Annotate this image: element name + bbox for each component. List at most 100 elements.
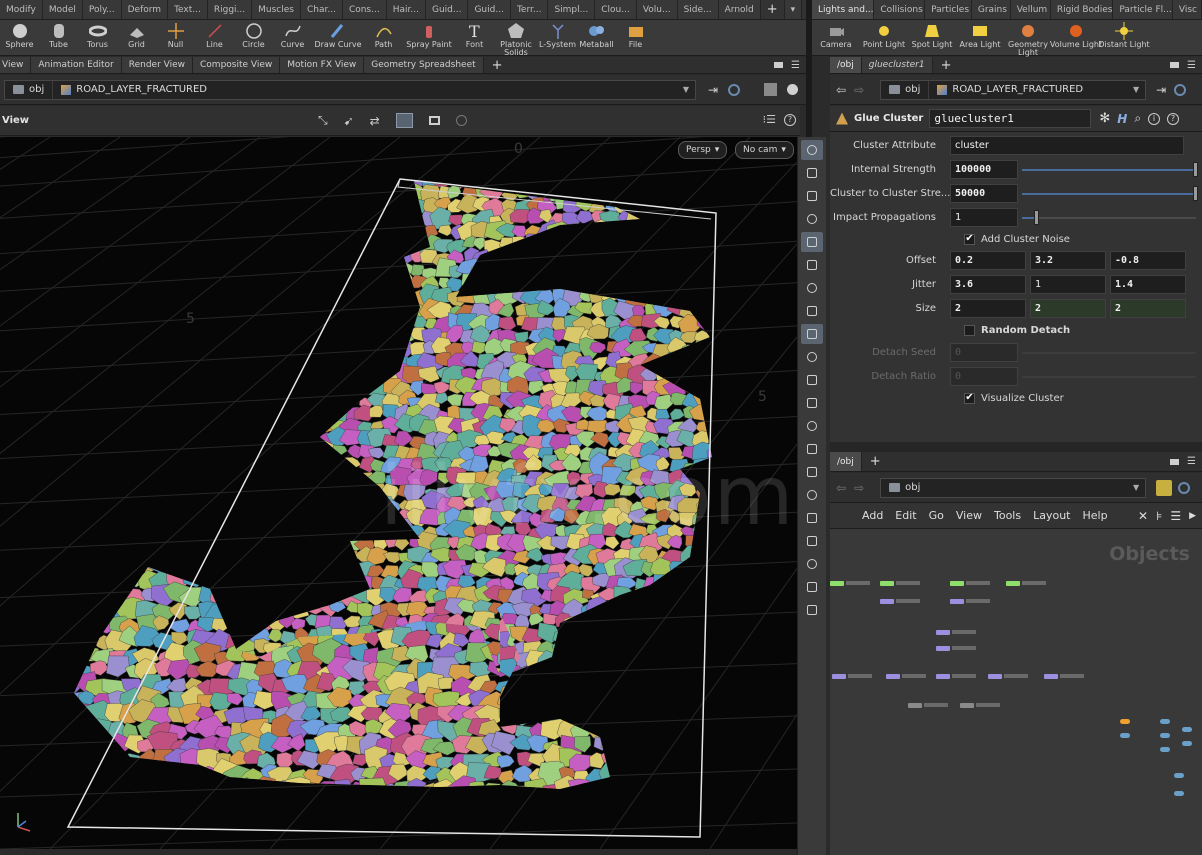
network-node[interactable]: [936, 674, 950, 679]
shelf-tab-particle-fl[interactable]: Particle Fl...: [1113, 0, 1173, 19]
add-tab-button[interactable]: +: [933, 57, 960, 73]
shading-icon[interactable]: [787, 84, 799, 95]
network-node[interactable]: [1160, 733, 1170, 738]
handle-icon[interactable]: [801, 347, 823, 367]
network-node[interactable]: [830, 581, 844, 586]
path-segment-obj[interactable]: obj: [881, 479, 928, 497]
help-icon[interactable]: ?: [1167, 112, 1180, 125]
menu-edit[interactable]: Edit: [895, 509, 924, 522]
shelf-tab-grains[interactable]: Grains: [971, 0, 1011, 19]
shelf-tool-volume-light[interactable]: Volume Light: [1050, 20, 1102, 55]
jitter-x-input[interactable]: 3.6: [950, 274, 1026, 294]
visualize-cluster-checkbox[interactable]: ✔: [964, 392, 975, 404]
reference-plane-icon[interactable]: [801, 301, 823, 321]
shelf-tool-file[interactable]: File: [616, 20, 655, 55]
shelf-tool-grid[interactable]: Grid: [117, 20, 156, 55]
shelf-tool-spot-light[interactable]: Spot Light: [908, 20, 956, 55]
snapshot-icon[interactable]: [801, 577, 823, 597]
network-node[interactable]: [832, 674, 846, 679]
shelf-menu-chevron-icon[interactable]: ▾: [784, 0, 803, 19]
wrench-icon[interactable]: ✕: [1138, 509, 1148, 523]
list-view-icon[interactable]: ☰: [1170, 509, 1181, 523]
grid-snap-icon[interactable]: [801, 462, 823, 482]
shelf-tab-modify-0[interactable]: Modify: [0, 0, 43, 19]
shelf-tab-char-7[interactable]: Char...: [300, 0, 343, 19]
network-node[interactable]: [950, 581, 964, 586]
internal-strength-slider[interactable]: [1022, 160, 1198, 179]
edge-snap-icon[interactable]: [801, 416, 823, 436]
chevron-down-icon[interactable]: ▼: [677, 85, 695, 94]
shelf-tool-camera[interactable]: Camera: [812, 20, 860, 55]
shelf-tab-lights-and[interactable]: Lights and...: [812, 0, 875, 19]
detach-seed-input[interactable]: 0: [950, 342, 1018, 362]
home-icon[interactable]: [801, 209, 823, 229]
shelf-tab-clou-14[interactable]: Clou...: [595, 0, 637, 19]
internal-strength-input[interactable]: 100000: [950, 159, 1018, 179]
network-node[interactable]: [988, 674, 1002, 679]
expand-arrow-icon[interactable]: ▶: [1189, 511, 1196, 521]
info-icon[interactable]: i: [1148, 112, 1161, 125]
shelf-tab-terr-12[interactable]: Terr...: [510, 0, 549, 19]
shelf-tool-sphere[interactable]: Sphere: [0, 20, 39, 55]
network-node[interactable]: [1160, 719, 1170, 724]
shelf-tool-curve[interactable]: Curve: [273, 20, 312, 55]
network-node[interactable]: [1174, 773, 1184, 778]
detach-seed-slider[interactable]: [1022, 343, 1196, 362]
jitter-y-input[interactable]: 1: [1030, 274, 1106, 294]
network-node[interactable]: [880, 581, 894, 586]
flipbook-icon[interactable]: [801, 600, 823, 620]
path-segment-node[interactable]: ROAD_LAYER_FRACTURED: [53, 81, 215, 99]
size-z-input[interactable]: 2: [1110, 298, 1186, 318]
network-node[interactable]: [1160, 747, 1170, 752]
display-geometry-icon[interactable]: [428, 116, 440, 125]
shelf-tab-collisions[interactable]: Collisions: [874, 0, 926, 19]
node-name-field[interactable]: gluecluster1: [929, 109, 1092, 128]
shelf-tool-platonic-solids[interactable]: Platonic Solids: [494, 20, 538, 57]
shelf-tool-draw-curve[interactable]: Draw Curve: [312, 20, 364, 55]
size-y-input[interactable]: 2: [1030, 298, 1106, 318]
network-node[interactable]: [880, 599, 894, 604]
tab-network-obj[interactable]: /obj: [830, 452, 862, 471]
volume-icon[interactable]: [801, 531, 823, 551]
shelf-tab-visc[interactable]: Visc: [1172, 0, 1202, 19]
maximize-pane-icon[interactable]: [1170, 458, 1180, 465]
add-shelf-tab-button[interactable]: +: [760, 0, 785, 19]
shelf-tool-circle[interactable]: Circle: [234, 20, 273, 55]
path-segment-obj[interactable]: obj: [881, 80, 930, 99]
shelf-tool-metaball[interactable]: Metaball: [577, 20, 616, 55]
handle-tool-icon[interactable]: ⤡: [318, 113, 328, 128]
network-node[interactable]: [1120, 733, 1130, 738]
network-node[interactable]: [936, 630, 950, 635]
viewer-path-field[interactable]: obj ROAD_LAYER_FRACTURED ▼: [4, 79, 696, 100]
path-segment-obj[interactable]: obj: [5, 80, 54, 99]
shelf-tool-distant-light[interactable]: Distant Light: [1098, 20, 1150, 55]
network-path-field[interactable]: obj ▼: [880, 477, 1147, 498]
search-icon[interactable]: ⌕: [1134, 111, 1141, 126]
tab-composite-view[interactable]: Composite View: [193, 57, 281, 73]
impact-propagations-input[interactable]: 1: [950, 207, 1018, 227]
shelf-tool-area-light[interactable]: Area Light: [956, 20, 1004, 55]
maximize-pane-icon[interactable]: [1170, 62, 1180, 68]
help-icon[interactable]: ?: [784, 113, 796, 126]
network-editor-canvas[interactable]: Objects: [830, 529, 1202, 855]
forward-arrow-icon[interactable]: ⇨: [854, 481, 864, 495]
tab-motion-fx-view[interactable]: Motion FX View: [280, 57, 365, 73]
impact-propagations-slider[interactable]: [1022, 208, 1196, 227]
shelf-tab-poly-2[interactable]: Poly...: [82, 0, 122, 19]
cluster-attribute-input[interactable]: cluster: [950, 135, 1184, 155]
back-arrow-icon[interactable]: ⇦: [836, 83, 846, 97]
view-tool-icon[interactable]: [801, 140, 823, 160]
tab-scene-view[interactable]: View: [0, 57, 32, 73]
network-node[interactable]: [1120, 719, 1130, 724]
path-segment-node[interactable]: ROAD_LAYER_FRACTURED: [929, 81, 1091, 99]
pane-menu-icon[interactable]: ☰: [1187, 60, 1196, 71]
menu-layout[interactable]: Layout: [1033, 509, 1078, 522]
lock-icon[interactable]: [801, 186, 823, 206]
shelf-tab-guid-11[interactable]: Guid...: [468, 0, 511, 19]
c2c-strength-slider[interactable]: [1022, 184, 1198, 203]
network-node[interactable]: [1182, 741, 1192, 746]
shelf-tool-tube[interactable]: Tube: [39, 20, 78, 55]
menu-help[interactable]: Help: [1083, 509, 1116, 522]
text-label-icon[interactable]: [801, 554, 823, 574]
display-options-icon[interactable]: [764, 83, 778, 96]
